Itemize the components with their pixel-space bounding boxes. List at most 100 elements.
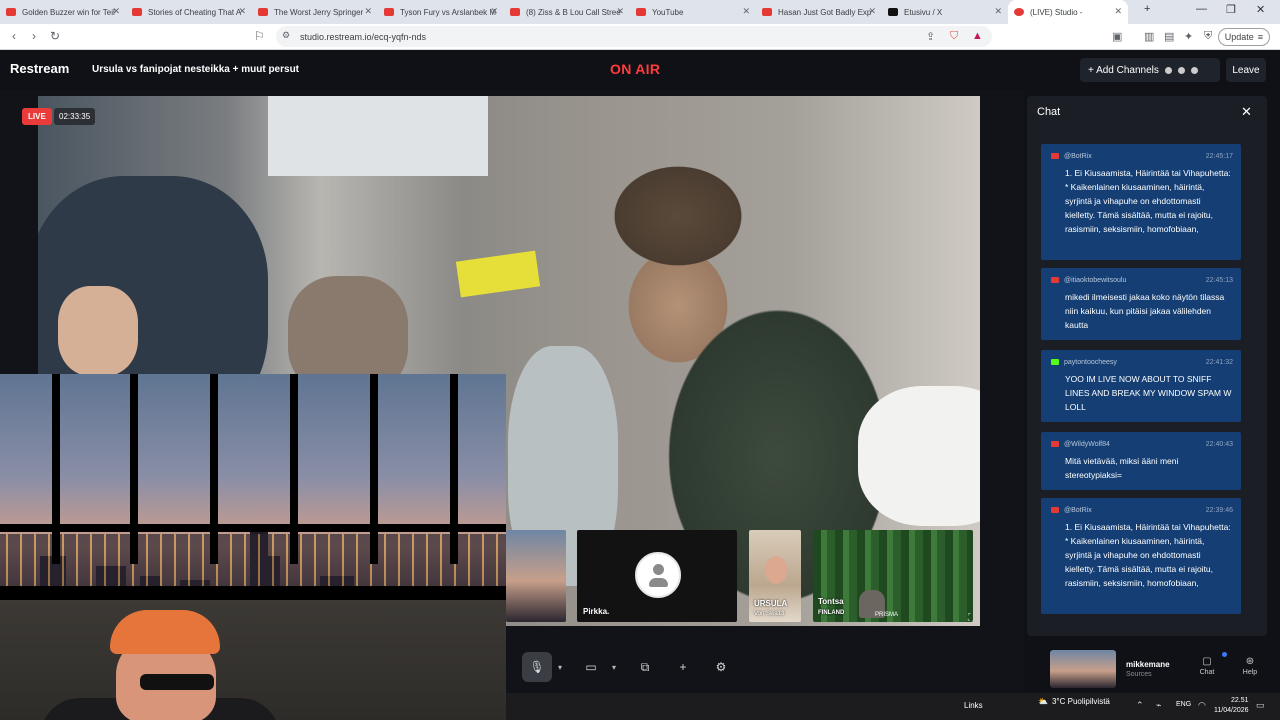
live-badge: LIVE xyxy=(22,108,52,125)
wallet-icon[interactable]: ▤ xyxy=(1164,30,1174,43)
weather-widget[interactable]: ⛅ 3°C Puolipilvistä xyxy=(1038,697,1110,706)
browser-tab[interactable]: (8) Ziss & B Lou Call Stree ✕ xyxy=(504,0,630,24)
brave-shield-icon[interactable]: ⛉ xyxy=(950,30,958,43)
close-icon[interactable]: ✕ xyxy=(742,6,750,17)
maximize-icon[interactable]: ❐ xyxy=(1226,3,1236,16)
back-icon[interactable]: ‹ xyxy=(12,29,16,43)
minimize-icon[interactable]: — xyxy=(1196,3,1207,15)
chat-text: 1. Ei Kiusaamista, Häirintää tai Vihapuh… xyxy=(1065,522,1231,588)
guest-subtitle: FINLAND xyxy=(818,610,845,616)
weather-icon: ⛅ xyxy=(1038,697,1048,706)
window-frame xyxy=(130,374,138,564)
sidebar-icon[interactable]: ▥ xyxy=(1144,30,1154,43)
new-tab-icon[interactable]: + xyxy=(1144,3,1150,15)
browser-tab[interactable]: Etusivu / X ✕ xyxy=(882,0,1008,24)
chat-message: paytontoocheesy 22:41:32 YOO IM LIVE NOW … xyxy=(1041,350,1241,422)
close-icon[interactable]: ✕ xyxy=(994,6,1002,17)
language-indicator[interactable]: ENG xyxy=(1176,701,1191,708)
chat-panel: Chat ✕ @BotRix 22:45:17 1. Ei Kiusaamista… xyxy=(1027,96,1267,636)
help-icon: ⊛ xyxy=(1245,656,1255,667)
notifications-icon[interactable]: ▭ xyxy=(1256,700,1265,711)
chevron-down-icon[interactable]: ▾ xyxy=(606,663,622,672)
browser-tab[interactable]: Hasan Just Got Badly Exp ✕ xyxy=(756,0,882,24)
settings-button[interactable]: ⚙ xyxy=(706,652,736,682)
help-label: Help xyxy=(1242,669,1258,676)
clock[interactable]: 22.51 11/04/2026 xyxy=(1214,696,1249,716)
share-screen-button[interactable]: ⧉ xyxy=(630,652,660,682)
camera-button[interactable]: ▭ xyxy=(576,652,606,682)
source-thumbnail[interactable] xyxy=(1050,650,1116,688)
guest-logo: PRISMA xyxy=(875,612,899,618)
rewards-icon[interactable]: ▲ xyxy=(972,30,983,42)
chat-username: @BotRix xyxy=(1064,506,1092,514)
add-channels-button[interactable]: + Add Channels xyxy=(1080,58,1220,82)
guest-name: URSULA xyxy=(754,599,788,608)
mic-button[interactable]: 🎙 xyxy=(522,652,552,682)
wifi-icon[interactable]: ◠ xyxy=(1198,700,1206,711)
browser-tab[interactable]: Golden Buzzer win for Teil ✕ xyxy=(0,0,126,24)
video-vehicle xyxy=(858,386,980,526)
close-icon[interactable]: ✕ xyxy=(238,6,246,17)
browser-tab[interactable]: The Worst Jerry Springer ✕ xyxy=(252,0,378,24)
youtube-icon xyxy=(6,8,16,16)
stream-timer: 02:33:35 xyxy=(54,108,96,125)
chevron-down-icon[interactable]: ▾ xyxy=(552,663,568,672)
guest-tile-pirkka[interactable]: Pirkka. xyxy=(577,530,737,622)
extensions-icon[interactable]: ✦ xyxy=(1184,30,1193,43)
leave-button[interactable]: Leave xyxy=(1226,58,1266,82)
close-icon[interactable]: ✕ xyxy=(112,6,120,17)
guest-tile-partial[interactable] xyxy=(506,530,566,622)
close-icon[interactable]: ✕ xyxy=(868,6,876,17)
guest-tile-ursula[interactable]: URSULA Von Swa13 xyxy=(749,530,801,622)
chevron-up-icon[interactable]: ⌃ xyxy=(1136,700,1144,711)
source-name[interactable]: mikkemane xyxy=(1126,660,1170,669)
kick-icon xyxy=(1051,359,1059,365)
browser-tab[interactable]: Tyson Fury vs Arslanbek M ✕ xyxy=(378,0,504,24)
mic-icon: 🎙 xyxy=(529,660,545,674)
youtube-icon xyxy=(384,8,394,16)
url-field[interactable]: ⚙ studio.restream.io/ecq-yqfn-nds xyxy=(276,26,992,47)
close-icon[interactable]: ✕ xyxy=(1114,6,1122,17)
restream-logo[interactable]: Restream xyxy=(10,61,69,76)
guest-tile-tontsa[interactable]: Tontsa FINLAND PRISMA xyxy=(813,530,973,622)
reader-icon[interactable]: ▣ xyxy=(1112,30,1122,43)
vpn-icon[interactable]: ⛨ xyxy=(1204,30,1212,43)
reload-icon[interactable]: ↻ xyxy=(50,29,60,43)
chat-toggle-button[interactable]: ▢ Chat xyxy=(1192,656,1222,676)
update-label: Update xyxy=(1224,32,1254,42)
tab-title: Golden Buzzer win for Teil xyxy=(22,7,115,17)
forward-icon[interactable]: › xyxy=(32,29,36,43)
help-button[interactable]: ⊛ Help xyxy=(1235,656,1265,676)
close-icon[interactable]: ✕ xyxy=(490,6,498,17)
taskbar-links[interactable]: Links xyxy=(964,701,983,710)
close-icon[interactable]: ✕ xyxy=(1241,104,1252,120)
browser-tab[interactable]: Stories of Cheating That A ✕ xyxy=(126,0,252,24)
stream-title[interactable]: Ursula vs fanipojat nesteikka + muut per… xyxy=(92,64,299,75)
youtube-icon xyxy=(1051,153,1059,159)
update-button[interactable]: Update ≡ xyxy=(1217,28,1270,46)
bookmark-icon[interactable]: ⚐ xyxy=(254,29,265,43)
browser-tab[interactable]: YouTube ✕ xyxy=(630,0,756,24)
video-flag xyxy=(455,250,541,298)
guest-name: Tontsa xyxy=(818,597,844,606)
close-icon[interactable]: ✕ xyxy=(616,6,624,17)
studio-controls: 🎙 ▾ ▭ ▾ ⧉ + ⚙ xyxy=(522,650,762,684)
x-icon xyxy=(888,8,898,16)
browser-tab-active[interactable]: (LIVE) Studio - ✕ xyxy=(1008,0,1128,24)
network-icon[interactable]: ⌁ xyxy=(1156,700,1161,711)
chat-time: 22:45:13 xyxy=(1205,276,1233,284)
window-close-icon[interactable]: ✕ xyxy=(1256,3,1265,16)
expand-icon[interactable]: ⛶ xyxy=(968,613,975,624)
add-button[interactable]: + xyxy=(668,652,698,682)
share-icon[interactable]: ⇪ xyxy=(926,30,935,43)
url-text: studio.restream.io/ecq-yqfn-nds xyxy=(300,31,427,42)
youtube-icon xyxy=(1051,507,1059,513)
chat-time: 22:45:17 xyxy=(1205,152,1233,160)
window-rail xyxy=(0,586,506,600)
tab-title: Stories of Cheating That A xyxy=(148,7,242,17)
chat-username: @BotRix xyxy=(1064,152,1092,160)
close-icon[interactable]: ✕ xyxy=(364,6,372,17)
window-frame xyxy=(290,374,298,564)
window-frame xyxy=(370,374,378,564)
site-info-icon[interactable]: ⚙ xyxy=(282,30,290,41)
